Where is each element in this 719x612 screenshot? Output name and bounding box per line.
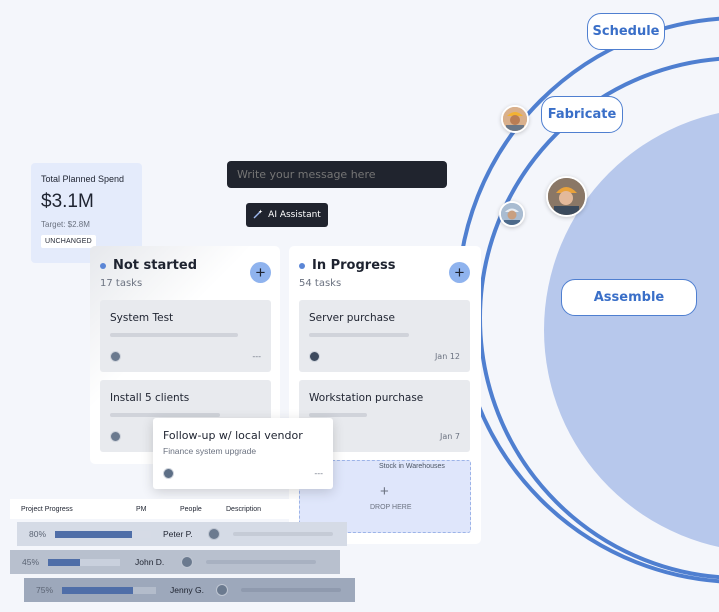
row-description-placeholder	[206, 560, 316, 564]
add-task-button[interactable]: +	[449, 262, 470, 283]
people-avatar	[208, 528, 220, 540]
drop-zone-text: DROP HERE	[370, 504, 412, 511]
task-date: ---	[314, 469, 323, 478]
column-title: In Progress	[312, 258, 396, 273]
table-row[interactable]: 45% John D.	[10, 550, 340, 574]
column-title: Not started	[113, 258, 198, 273]
assignee-avatar	[309, 351, 320, 362]
header-people: People	[180, 505, 202, 513]
status-dot	[299, 262, 305, 269]
fabricate-label[interactable]: Fabricate	[541, 96, 623, 133]
table-row[interactable]: 75% Jenny G.	[24, 578, 355, 602]
row-percent: 45%	[22, 557, 40, 567]
row-description-placeholder	[233, 532, 333, 536]
drop-zone-label: Stock in Warehouses	[379, 463, 445, 470]
row-progress-fill	[48, 559, 81, 566]
row-progress-fill	[55, 531, 132, 538]
worker-avatar-1	[501, 105, 529, 133]
task-progress-placeholder	[110, 333, 238, 337]
magic-wand-icon	[253, 209, 263, 222]
ai-assistant-button[interactable]: AI Assistant	[246, 203, 328, 227]
task-title: Workstation purchase	[309, 392, 424, 404]
row-pm: Jenny G.	[170, 585, 205, 595]
spend-value: $3.1M	[41, 191, 94, 212]
worker-avatar-2	[546, 176, 587, 217]
task-count: 54 tasks	[299, 278, 342, 289]
spend-title: Total Planned Spend	[41, 174, 125, 184]
row-description-placeholder	[241, 588, 341, 592]
add-task-button[interactable]: +	[250, 262, 271, 283]
status-dot	[100, 262, 106, 269]
task-card[interactable]: System Test ---	[100, 300, 271, 372]
assignee-avatar	[163, 468, 174, 479]
ai-assistant-label: AI Assistant	[268, 210, 321, 220]
people-avatar	[181, 556, 193, 568]
task-date: ---	[252, 352, 261, 361]
task-title: System Test	[110, 312, 174, 324]
header-description: Description	[226, 505, 262, 513]
row-progress-bar	[48, 559, 120, 566]
row-progress-bar	[55, 531, 151, 538]
task-date: Jan 12	[434, 352, 460, 361]
task-progress-placeholder	[110, 413, 220, 417]
spend-target: Target: $2.8M	[41, 220, 90, 229]
row-progress-bar	[62, 587, 156, 594]
table-row[interactable]: 80% Peter P.	[17, 522, 347, 546]
assignee-avatar	[110, 431, 121, 442]
task-subtitle: Finance system upgrade	[163, 446, 257, 456]
dragging-task-card[interactable]: Follow-up w/ local vendor Finance system…	[153, 418, 333, 489]
task-card[interactable]: Server purchase Jan 12	[299, 300, 470, 372]
worker-avatar-3	[499, 201, 525, 227]
row-percent: 80%	[29, 529, 47, 539]
header-pm: PM	[136, 505, 147, 513]
task-progress-placeholder	[309, 413, 367, 417]
row-percent: 75%	[36, 585, 54, 595]
orbit-middle-ring	[478, 56, 719, 580]
row-pm: John D.	[135, 557, 165, 567]
orbit-inner-disc	[544, 113, 719, 547]
status-badge: UNCHANGED	[41, 235, 96, 248]
message-input[interactable]	[227, 161, 447, 188]
task-progress-placeholder	[309, 333, 409, 337]
header-project-progress: Project Progress	[21, 505, 73, 513]
row-pm: Peter P.	[163, 529, 193, 539]
task-date: Jan 7	[440, 432, 460, 441]
task-count: 17 tasks	[100, 278, 143, 289]
task-title: Follow-up w/ local vendor	[163, 429, 303, 442]
people-avatar	[216, 584, 228, 596]
plus-icon: +	[380, 483, 389, 500]
project-table-header: Project Progress PM People Description	[10, 499, 296, 519]
row-progress-fill	[62, 587, 133, 594]
task-title: Install 5 clients	[110, 392, 190, 404]
assignee-avatar	[110, 351, 121, 362]
task-title: Server purchase	[309, 312, 395, 324]
assemble-label[interactable]: Assemble	[561, 279, 697, 316]
schedule-label[interactable]: Schedule	[587, 13, 665, 50]
